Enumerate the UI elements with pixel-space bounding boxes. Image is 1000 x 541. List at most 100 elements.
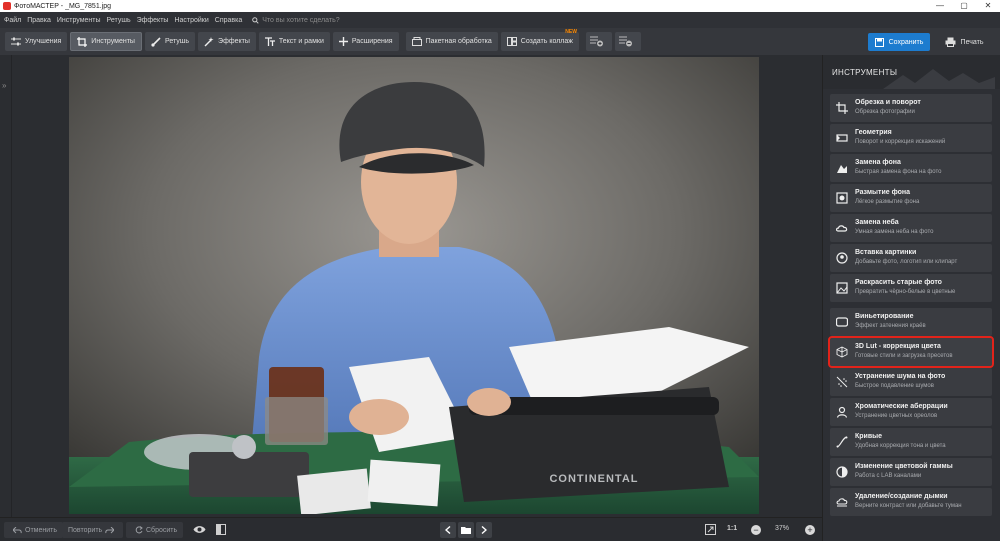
- reset-label: Сбросить: [146, 526, 178, 534]
- glass-holder: [265, 397, 328, 445]
- tool-desc: Готовые стили и загрузка пресетов: [855, 353, 953, 359]
- menu-effects[interactable]: Эффекты: [137, 17, 169, 24]
- tool-curves[interactable]: Кривые Удобная коррекция тона и цвета: [830, 428, 992, 456]
- tab-label: Текст и рамки: [278, 38, 324, 45]
- tool-desc: Верните контраст или добавьте туман: [855, 503, 962, 509]
- undo-button[interactable]: Отменить: [4, 522, 63, 538]
- tab-label: Инструменты: [91, 38, 135, 45]
- menu-tools[interactable]: Инструменты: [57, 17, 101, 24]
- tool-name: Обрезка и поворот: [855, 99, 921, 106]
- create-collage-button[interactable]: Создать коллаж NEW: [500, 29, 579, 51]
- eye-icon[interactable]: [193, 525, 206, 534]
- curves-icon: [836, 436, 848, 448]
- tool-name: Замена неба: [855, 219, 899, 226]
- menu-help[interactable]: Справка: [215, 17, 242, 24]
- tool-vignette[interactable]: Виньетирование Эффект затенения краёв: [830, 308, 992, 336]
- tool-name: Виньетирование: [855, 313, 914, 320]
- previous-image-button[interactable]: [440, 522, 456, 538]
- tool-sky-replace[interactable]: Замена неба Умная замена неба на фото: [830, 214, 992, 242]
- image-canvas[interactable]: CONTINENTAL: [12, 55, 822, 517]
- folder-icon: [461, 527, 471, 534]
- photo-preview[interactable]: CONTINENTAL: [69, 57, 759, 514]
- tool-colorize[interactable]: Раскрасить старые фото Превратить чёрно-…: [830, 274, 992, 302]
- mountains-decor-icon: [883, 69, 995, 89]
- tab-extensions[interactable]: Расширения: [332, 32, 399, 51]
- save-button[interactable]: Сохранить: [868, 33, 930, 51]
- crop-rotate-icon: [836, 102, 848, 114]
- tool-3d-lut[interactable]: 3D Lut - коррекция цвета Готовые стили и…: [828, 336, 994, 368]
- left-hand: [349, 399, 409, 435]
- tool-desc: Быстрое подавление шумов: [855, 383, 934, 389]
- batch-processing-button[interactable]: Пакетная обработка: [405, 32, 498, 51]
- tool-noise-removal[interactable]: Устранение шума на фото Быстрое подавлен…: [830, 368, 992, 396]
- reset-icon: [135, 526, 143, 534]
- open-folder-button[interactable]: [458, 522, 474, 538]
- print-label: Печать: [960, 38, 984, 46]
- plus-icon: [338, 37, 348, 46]
- remove-layer-button[interactable]: [614, 32, 641, 51]
- photo-illustration: CONTINENTAL: [69, 57, 759, 514]
- tab-tools[interactable]: Инструменты: [70, 32, 142, 51]
- menu-settings[interactable]: Настройки: [174, 17, 208, 24]
- haze-icon: [836, 498, 848, 507]
- aberration-icon: [836, 406, 848, 418]
- next-image-button[interactable]: [476, 522, 492, 538]
- zoom-in-button[interactable]: +: [805, 525, 815, 535]
- tab-text-frames[interactable]: Текст и рамки: [258, 32, 330, 51]
- tool-desc: Удобная коррекция тона и цвета: [855, 443, 946, 449]
- tool-chromatic-aberration[interactable]: Хроматические аберрации Устранение цветн…: [830, 398, 992, 426]
- tool-name: Удаление/создание дымки: [855, 493, 948, 500]
- zoom-1to1-button[interactable]: 1:1: [727, 525, 737, 532]
- print-button[interactable]: Печать: [934, 33, 994, 51]
- fit-to-screen-icon[interactable]: [705, 524, 716, 535]
- batch-label: Пакетная обработка: [425, 38, 492, 45]
- color-gamut-icon: [836, 466, 848, 478]
- undo-icon: [13, 526, 22, 533]
- tool-name: Размытие фона: [855, 189, 911, 196]
- tool-desc: Превратить чёрно-белые в цветные: [855, 289, 956, 295]
- expand-panel-icon[interactable]: »: [2, 81, 6, 90]
- printer-icon: [945, 37, 956, 47]
- tool-name: Кривые: [855, 433, 883, 440]
- zoom-out-button[interactable]: −: [751, 525, 761, 535]
- main-toolbar: Улучшения Инструменты Ретушь Эффекты Тек…: [0, 28, 1000, 55]
- tool-insert-image[interactable]: Вставка картинки Добавьте фото, логотип …: [830, 244, 992, 272]
- list-remove-icon: [618, 36, 632, 47]
- tool-desc: Работа с LAB каналами: [855, 473, 922, 479]
- compare-icon[interactable]: [216, 524, 226, 535]
- camera: [189, 452, 309, 497]
- collage-label: Создать коллаж: [520, 38, 573, 45]
- tool-color-gamut[interactable]: Изменение цветовой гаммы Работа с LAB ка…: [830, 458, 992, 486]
- photo-print-1: [297, 468, 371, 514]
- title-bar: ФотоМАСТЕР - _MG_7851.jpg — ▢ ✕: [0, 0, 1000, 12]
- menu-retouch[interactable]: Ретушь: [107, 17, 131, 24]
- add-layer-button[interactable]: [585, 32, 612, 51]
- window-title: ФотоМАСТЕР - _MG_7851.jpg: [14, 2, 112, 10]
- text-icon: [264, 36, 275, 46]
- maximize-button[interactable]: ▢: [952, 0, 976, 12]
- tool-background-replace[interactable]: Замена фона Быстрая замена фона на фото: [830, 154, 992, 182]
- tool-background-blur[interactable]: Размытие фона Лёгкое размытие фона: [830, 184, 992, 212]
- redo-button[interactable]: Повторить: [62, 522, 124, 538]
- tab-effects[interactable]: Эффекты: [198, 32, 256, 51]
- save-label: Сохранить: [888, 38, 924, 46]
- tool-geometry[interactable]: Геометрия Поворот и коррекция искажений: [830, 124, 992, 152]
- tab-enhancements[interactable]: Улучшения: [5, 32, 68, 51]
- list-add-icon: [589, 36, 603, 47]
- close-button[interactable]: ✕: [976, 0, 1000, 12]
- tab-retouch[interactable]: Ретушь: [144, 32, 196, 51]
- search-box[interactable]: Что вы хотите сделать?: [252, 17, 340, 24]
- tool-desc: Лёгкое размытие фона: [855, 199, 920, 205]
- tool-haze[interactable]: Удаление/создание дымки Верните контраст…: [830, 488, 992, 516]
- crop-icon: [77, 36, 88, 47]
- redo-icon: [105, 526, 115, 533]
- brush-icon: [151, 36, 161, 47]
- colorize-icon: [836, 282, 848, 294]
- tool-crop-rotate[interactable]: Обрезка и поворот Обрезка фотографии: [830, 94, 992, 122]
- menu-edit[interactable]: Правка: [27, 17, 51, 24]
- minimize-button[interactable]: —: [928, 0, 952, 12]
- noise-icon: [836, 376, 848, 388]
- chevron-left-icon: [445, 526, 451, 534]
- menu-file[interactable]: Файл: [4, 17, 21, 24]
- reset-button[interactable]: Сбросить: [126, 522, 184, 538]
